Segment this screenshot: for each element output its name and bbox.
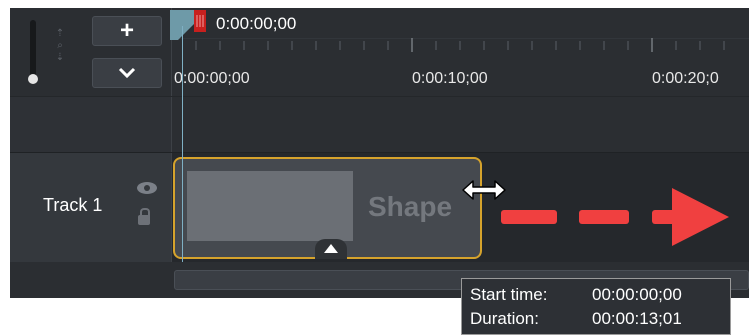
shape-clip[interactable]: Shape bbox=[173, 157, 482, 259]
ruler-label-20: 0:00:20;0 bbox=[652, 70, 719, 87]
ruler-label-0: 0:00:00;00 bbox=[174, 70, 250, 87]
ruler-label-10: 0:00:10;00 bbox=[412, 70, 488, 87]
triangle-up-icon bbox=[324, 244, 338, 253]
add-track-button[interactable]: + bbox=[92, 16, 162, 46]
duration-label: Duration: bbox=[470, 309, 539, 328]
start-time-label: Start time: bbox=[470, 285, 548, 304]
clip-label: Shape bbox=[368, 191, 453, 222]
timeline-editor: ⇡ ⌕ ⇣ + 0:00:00;00 0:00:10;00 0:00:20;0 … bbox=[10, 8, 749, 298]
duration-value: 00:00:13;01 bbox=[592, 309, 682, 328]
playhead-time: 0:00:00;00 bbox=[216, 14, 297, 33]
zoom-slider[interactable] bbox=[30, 20, 36, 80]
empty-track-row[interactable] bbox=[10, 96, 749, 153]
zoom-icon: ⇡ ⌕ ⇣ bbox=[55, 28, 65, 63]
lock-icon[interactable] bbox=[138, 208, 150, 225]
timeline-controls: ⇡ ⌕ ⇣ + bbox=[10, 8, 172, 96]
empty-track-header bbox=[10, 97, 172, 153]
arrow-right-icon bbox=[501, 188, 729, 246]
collapse-button[interactable] bbox=[92, 58, 162, 88]
clip-thumbnail bbox=[187, 171, 353, 241]
add-icon: + bbox=[119, 17, 134, 44]
chevron-down-icon bbox=[118, 67, 136, 79]
start-time-value: 00:00:00;00 bbox=[592, 285, 682, 304]
clip-tooltip: Start time: 00:00:00;00 Duration: 00:00:… bbox=[461, 278, 731, 335]
playhead-line bbox=[182, 26, 183, 262]
playhead-handle[interactable] bbox=[170, 10, 212, 46]
clip-expand-handle[interactable] bbox=[315, 239, 347, 259]
eye-icon[interactable] bbox=[136, 181, 158, 195]
ruler-ticks bbox=[172, 38, 749, 52]
track-name: Track 1 bbox=[43, 195, 103, 215]
zoom-slider-handle[interactable] bbox=[28, 74, 38, 84]
track-header[interactable]: Track 1 bbox=[10, 153, 172, 263]
